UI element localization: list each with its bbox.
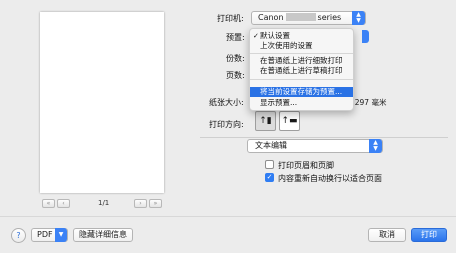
printer-select[interactable]: Canon series ▲ ▼ bbox=[251, 11, 366, 25]
checkmark-icon: ✓ bbox=[253, 32, 259, 40]
pages-label: 页数: bbox=[226, 71, 245, 80]
cancel-button[interactable]: 取消 bbox=[368, 228, 406, 242]
menu-item-draft-plain[interactable]: 在普通纸上进行草稿打印 bbox=[250, 66, 353, 76]
header-footer-checkbox[interactable] bbox=[265, 160, 274, 169]
print-button[interactable]: 打印 bbox=[411, 228, 447, 242]
landscape-icon: ↑▬ bbox=[281, 116, 298, 126]
header-footer-label: 打印页眉和页脚 bbox=[278, 161, 334, 170]
chevron-down-icon: ▼ bbox=[55, 228, 67, 242]
menu-item-last-used[interactable]: 上次使用的设置 bbox=[250, 41, 353, 51]
pdf-menu-button[interactable]: PDF ▼ bbox=[31, 228, 68, 242]
presets-label: 预置: bbox=[226, 33, 245, 42]
redacted-block bbox=[285, 13, 316, 21]
paper-size-label: 纸张大小: bbox=[209, 98, 244, 107]
landscape-orientation-button[interactable]: ↑▬ bbox=[279, 111, 300, 131]
rewrap-checkbox[interactable]: ✓ bbox=[265, 173, 274, 182]
next-page-button[interactable]: › bbox=[134, 199, 147, 208]
menu-item-save-preset[interactable]: 将当前设置存储为预置... bbox=[250, 87, 353, 97]
chevron-updown-icon: ▲ ▼ bbox=[352, 11, 365, 25]
portrait-icon: ↑▮ bbox=[259, 116, 272, 126]
last-page-button[interactable]: » bbox=[149, 199, 162, 208]
copies-label: 份数: bbox=[226, 54, 245, 63]
first-page-button[interactable]: « bbox=[42, 199, 55, 208]
menu-item-show-presets[interactable]: 显示预置... bbox=[250, 98, 353, 108]
rewrap-label: 内容重新自动换行以适合页面 bbox=[278, 174, 382, 183]
pdf-label: PDF bbox=[37, 230, 53, 239]
chevron-updown-icon: ▲ ▼ bbox=[369, 139, 382, 153]
section-select[interactable]: 文本编辑 ▲ ▼ bbox=[247, 139, 383, 153]
help-button[interactable]: ? bbox=[11, 228, 26, 243]
prev-page-button[interactable]: ‹ bbox=[57, 199, 70, 208]
orientation-label: 打印方向: bbox=[209, 120, 244, 129]
menu-separator bbox=[250, 79, 353, 80]
menu-item-fine-plain[interactable]: 在普通纸上进行细致打印 bbox=[250, 56, 353, 66]
hide-details-button[interactable]: 隐藏详细信息 bbox=[73, 228, 133, 242]
presets-menu: ✓ 默认设置 上次使用的设置 在普通纸上进行细致打印 在普通纸上进行草稿打印 将… bbox=[249, 28, 354, 111]
printer-name-suffix: series bbox=[317, 13, 342, 22]
menu-separator bbox=[250, 53, 353, 54]
printer-label: 打印机: bbox=[217, 14, 244, 23]
portrait-orientation-button[interactable]: ↑▮ bbox=[255, 111, 276, 131]
section-select-value: 文本编辑 bbox=[255, 141, 287, 150]
page-indicator: 1/1 bbox=[98, 199, 110, 207]
preview-pager: « ‹ 1/1 › » bbox=[42, 199, 162, 210]
print-preview-page bbox=[40, 12, 164, 193]
printer-name-prefix: Canon bbox=[258, 13, 284, 22]
menu-item-default[interactable]: ✓ 默认设置 bbox=[250, 31, 353, 41]
presets-select-stepper[interactable] bbox=[362, 30, 369, 43]
divider bbox=[200, 137, 448, 138]
